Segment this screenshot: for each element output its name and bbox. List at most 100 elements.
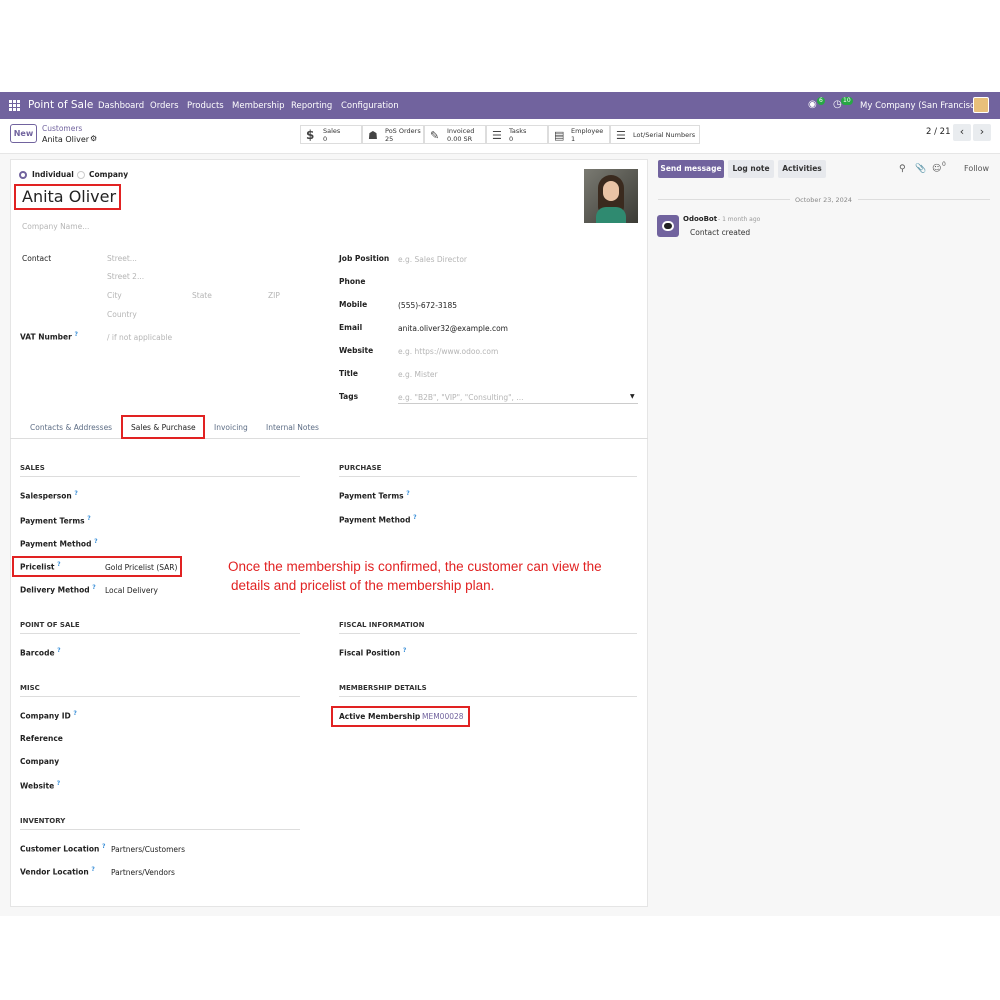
user-avatar[interactable] [973,97,989,113]
activities-button[interactable]: Activities [778,160,826,178]
top-navbar: Point of Sale Dashboard Orders Products … [0,92,1000,119]
misc-section-title: MISC [20,684,300,697]
purchase-payment-method-label: Payment Method ? [339,514,417,525]
website-label: Website [339,346,374,355]
company-switcher[interactable]: My Company (San Francisco) [860,101,983,111]
purchase-section-title: PURCHASE [339,464,637,477]
message-time: - 1 month ago [718,216,761,223]
city-input[interactable]: City [107,291,122,300]
email-input[interactable]: anita.oliver32@example.com [398,324,508,333]
date-separator-line-left [658,199,790,200]
tags-label: Tags [339,392,359,401]
breadcrumb-parent[interactable]: Customers [42,124,82,133]
radio-company[interactable] [77,171,85,179]
job-position-input[interactable]: e.g. Sales Director [398,255,467,264]
vendor-location-input[interactable]: Partners/Vendors [111,868,175,877]
breadcrumb-current: Anita Oliver [42,135,90,144]
smart-button-tasks[interactable]: ☰ Tasks 0 [486,125,548,144]
shop-icon: ☗ [368,129,378,142]
id-card-icon: ▤ [554,129,565,142]
menu-orders[interactable]: Orders [150,101,179,111]
inventory-section-title: INVENTORY [20,817,300,830]
message-body: Contact created [690,228,751,237]
vendor-location-label: Vendor Location ? [20,866,95,877]
tab-invoicing[interactable]: Invoicing [214,423,248,432]
title-input[interactable]: e.g. Mister [398,370,438,379]
salesperson-label: Salesperson ? [20,490,78,501]
vat-input[interactable]: / if not applicable [107,333,172,342]
job-position-label: Job Position [339,254,390,263]
smart-button-pos-orders[interactable]: ☗ PoS Orders 25 [362,125,424,144]
misc-website-label: Website ? [20,780,61,791]
customer-location-input[interactable]: Partners/Customers [111,845,185,854]
delivery-method-input[interactable]: Local Delivery [105,586,158,595]
partner-avatar[interactable] [584,169,638,223]
radio-individual-label: Individual [32,170,74,179]
menu-dashboard[interactable]: Dashboard [98,101,144,111]
company-name-input[interactable]: Company Name... [22,222,89,231]
tab-contacts-addresses[interactable]: Contacts & Addresses [30,423,112,432]
control-panel: New Customers Anita Oliver ⚙ $ Sales 0 ☗… [0,119,1000,154]
paperclip-icon[interactable]: 📎 [915,164,926,174]
name-highlight-box [14,184,121,210]
country-input[interactable]: Country [107,310,137,319]
send-message-button[interactable]: Send message [658,160,724,178]
menu-configuration[interactable]: Configuration [341,101,399,111]
purchase-payment-terms-label: Payment Terms ? [339,490,410,501]
annotation-line-2: details and pricelist of the membership … [231,578,495,593]
reference-label: Reference [20,734,63,743]
tags-underline [398,403,638,404]
company-label: Company [20,757,60,766]
membership-section-title: MEMBERSHIP DETAILS [339,684,637,697]
messages-icon[interactable]: ◉ [808,99,817,110]
menu-products[interactable]: Products [187,101,224,111]
pager-previous-button[interactable]: ‹ [953,124,971,141]
message-author[interactable]: OdooBot [683,215,717,223]
fiscal-section-title: FISCAL INFORMATION [339,621,637,634]
smart-button-employee[interactable]: ▤ Employee 1 [548,125,610,144]
menu-reporting[interactable]: Reporting [291,101,332,111]
pager-next-button[interactable]: › [973,124,991,141]
mobile-label: Mobile [339,300,368,309]
mobile-input[interactable]: (555)-672-3185 [398,301,457,310]
tabs-divider [10,438,648,439]
tasks-icon: ☰ [492,129,502,142]
email-label: Email [339,323,363,332]
date-separator-line-right [858,199,990,200]
log-note-button[interactable]: Log note [728,160,774,178]
tags-input[interactable]: e.g. "B2B", "VIP", "Consulting", ... [398,393,523,402]
messages-badge: 6 [817,97,825,105]
radio-individual[interactable] [19,171,27,179]
follow-button[interactable]: Follow [964,164,989,173]
delivery-method-label: Delivery Method ? [20,584,96,595]
smart-button-invoiced[interactable]: ✎ Invoiced 0.00 SR [424,125,486,144]
smart-button-sales[interactable]: $ Sales 0 [300,125,362,144]
app-menu-icon[interactable] [9,100,20,111]
chatter-panel [650,154,1000,916]
menu-membership[interactable]: Membership [232,101,285,111]
new-button[interactable]: New [10,124,37,143]
pricelist-highlight-box [12,556,182,577]
chevron-down-icon[interactable]: ▼ [630,393,635,400]
website-input[interactable]: e.g. https://www.odoo.com [398,347,498,356]
smart-button-lot-serial[interactable]: ☰ Lot/Serial Numbers [610,125,700,144]
list-icon: ☰ [616,129,626,142]
gear-icon[interactable]: ⚙ [90,134,97,143]
payment-terms-label: Payment Terms ? [20,515,91,526]
followers-count: 0 [942,161,946,168]
sales-section-title: SALES [20,464,300,477]
zip-input[interactable]: ZIP [268,291,280,300]
dollar-icon: $ [306,128,315,142]
odoobot-avatar [657,215,679,237]
pencil-square-icon: ✎ [430,129,440,142]
state-input[interactable]: State [192,291,212,300]
street-input[interactable]: Street... [107,254,137,263]
payment-method-label: Payment Method ? [20,538,98,549]
tab-internal-notes[interactable]: Internal Notes [266,423,319,432]
company-id-label: Company ID ? [20,710,77,721]
pager-value[interactable]: 2 / 21 [926,127,951,137]
app-name[interactable]: Point of Sale [28,99,93,111]
followers-icon[interactable]: ☺ [932,164,941,174]
search-icon[interactable]: ⚲ [899,164,906,174]
street2-input[interactable]: Street 2... [107,272,144,281]
